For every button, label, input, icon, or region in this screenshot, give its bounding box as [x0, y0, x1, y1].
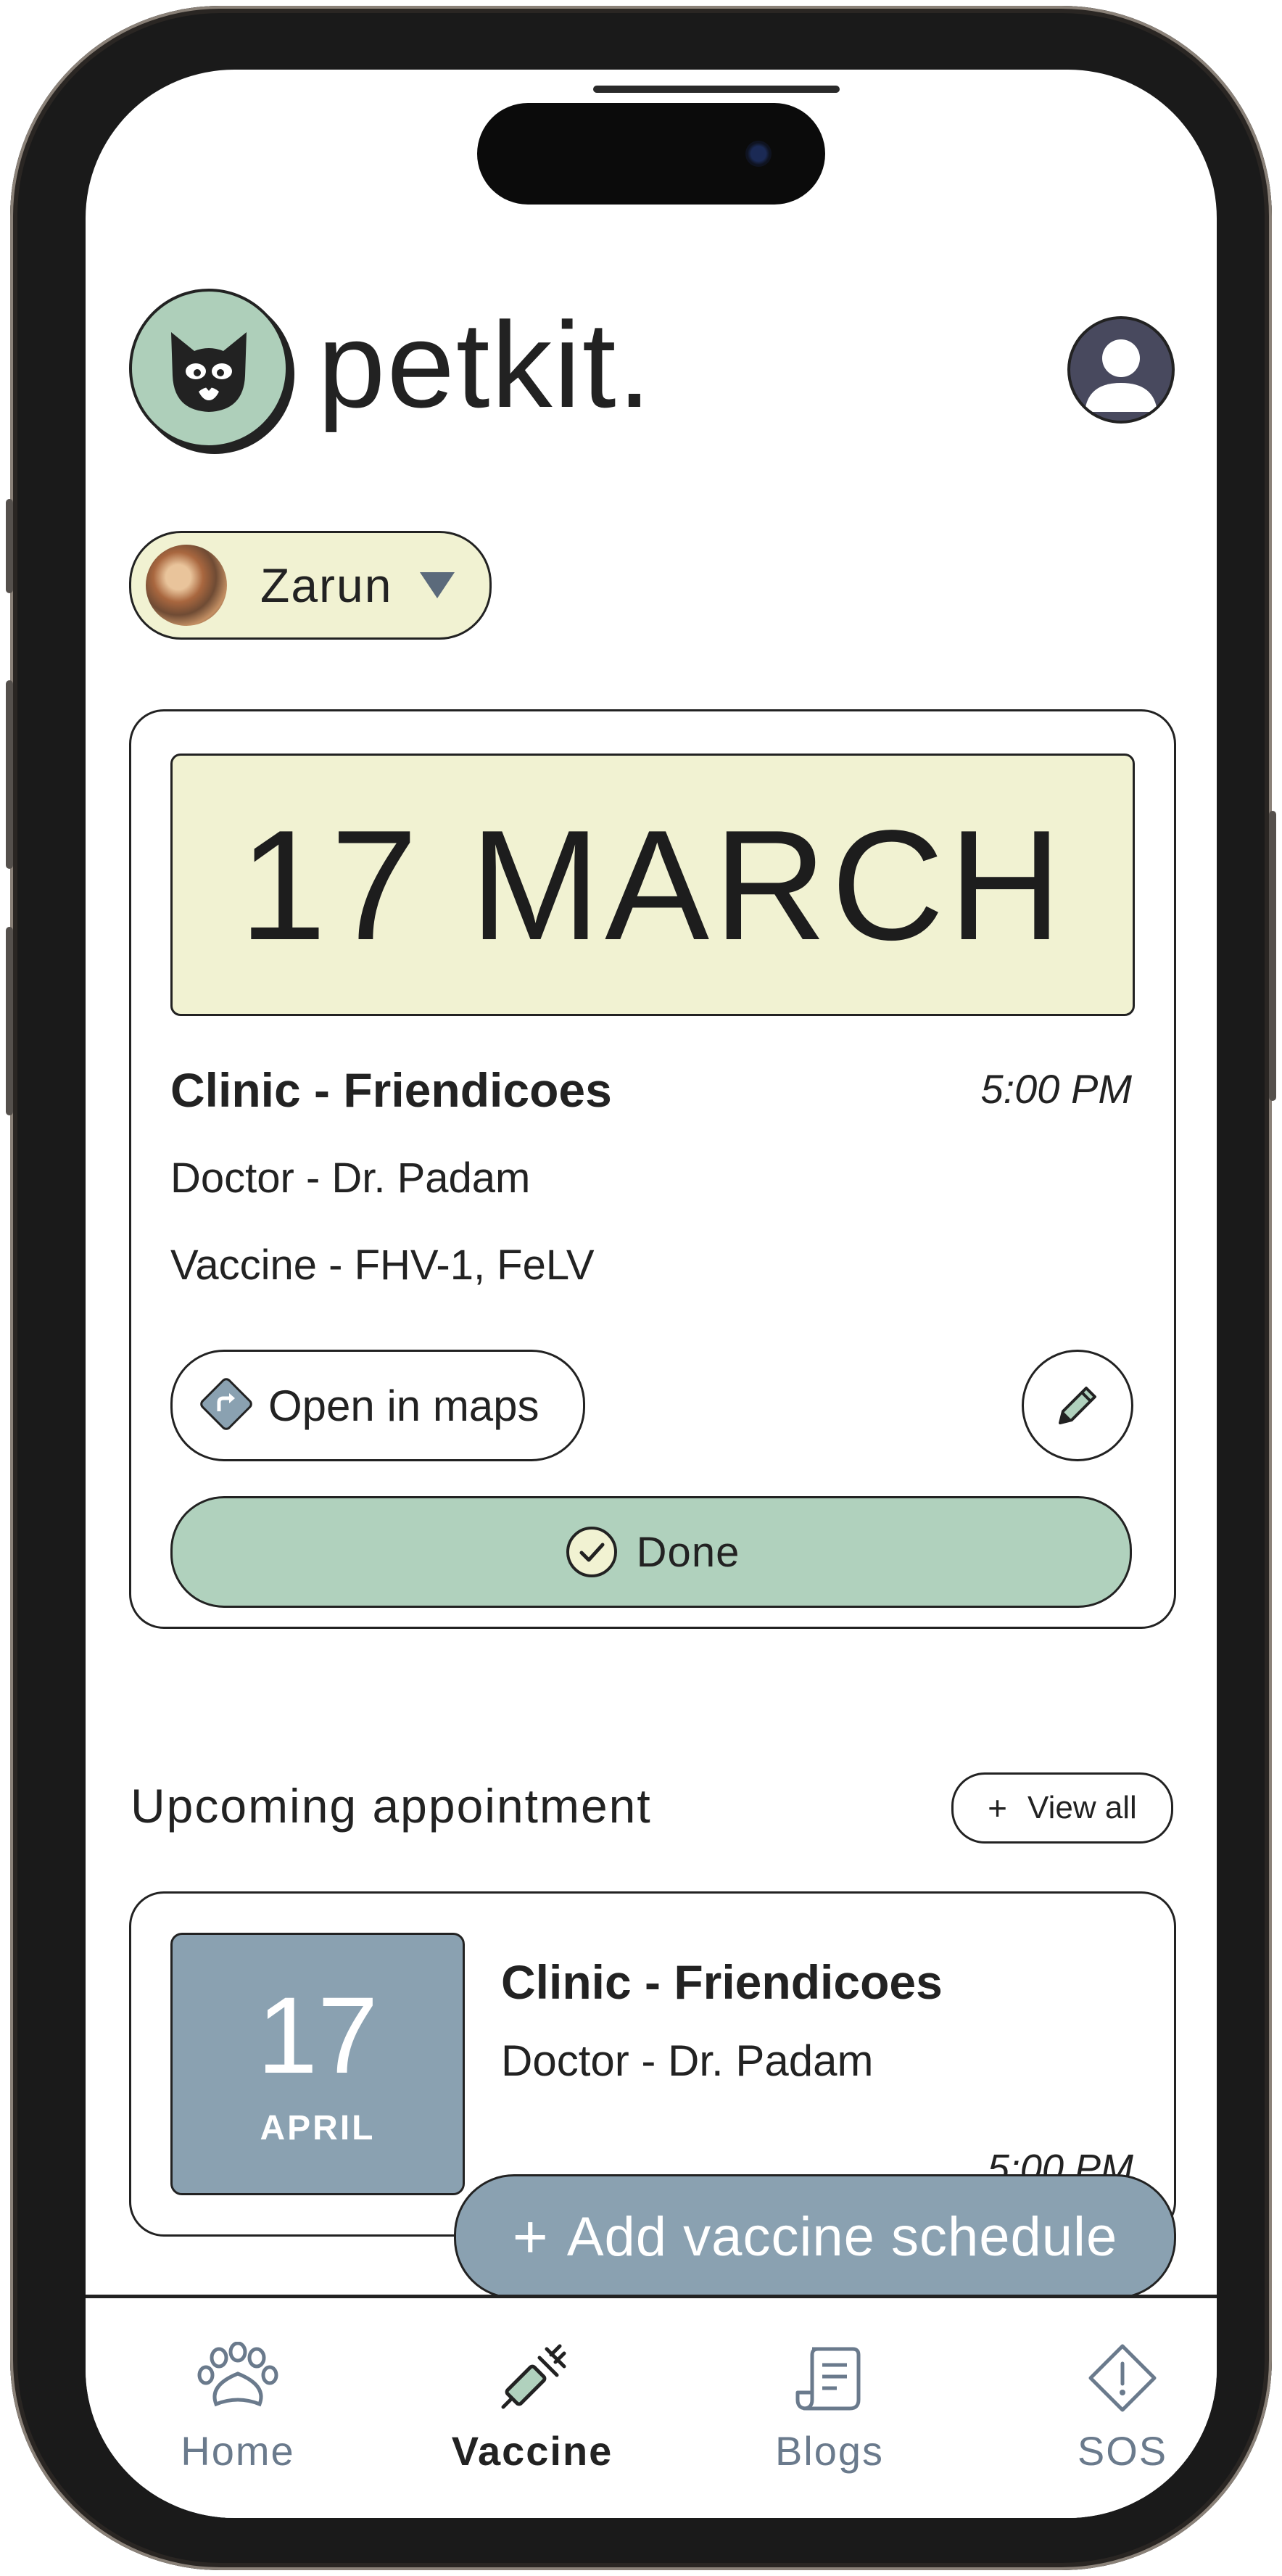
side-button-volume-up — [6, 680, 13, 869]
nav-blogs-label: Blogs — [774, 2428, 885, 2474]
earpiece-speaker — [593, 86, 840, 93]
caret-down-icon — [420, 572, 455, 598]
front-camera — [745, 141, 772, 167]
open-in-maps-button[interactable]: Open in maps — [170, 1350, 585, 1461]
doctor-name: Doctor - Dr. Padam — [170, 1155, 531, 1202]
nav-vaccine-label: Vaccine — [451, 2428, 613, 2474]
appointment-date-banner: 17 MARCH — [170, 754, 1135, 1016]
upcoming-day: 17 — [257, 1973, 379, 2096]
paw-icon — [197, 2342, 278, 2407]
check-circle-icon — [566, 1527, 617, 1577]
upcoming-clinic-name: Clinic - Friendicoes — [501, 1955, 943, 2009]
side-button-mute — [6, 499, 13, 593]
brand-header: petkit. — [129, 289, 653, 448]
pet-avatar — [146, 545, 227, 626]
pet-selector[interactable]: Zarun — [129, 531, 492, 640]
nav-sos-label: SOS — [1077, 2428, 1168, 2474]
side-button-volume-down — [6, 927, 13, 1115]
upcoming-section-title: Upcoming appointment — [131, 1779, 652, 1833]
nav-blogs[interactable]: Blogs — [735, 2342, 924, 2474]
edit-appointment-button[interactable] — [1022, 1350, 1133, 1461]
open-in-maps-label: Open in maps — [268, 1381, 539, 1430]
plus-icon: + — [512, 2203, 548, 2271]
screen: petkit. Zarun 17 MARCH Clinic - Friendic… — [86, 70, 1217, 2518]
nav-vaccine[interactable]: Vaccine — [438, 2342, 626, 2474]
appointment-date: 17 MARCH — [239, 796, 1067, 973]
add-vaccine-schedule-button[interactable]: + Add vaccine schedule — [454, 2174, 1176, 2299]
upcoming-month: APRIL — [260, 2108, 376, 2147]
pet-name: Zarun — [260, 558, 393, 612]
directions-icon — [197, 1375, 255, 1437]
side-button-power — [1269, 811, 1276, 1101]
appointment-time: 5:00 PM — [980, 1066, 1132, 1112]
upcoming-doctor-name: Doctor - Dr. Padam — [501, 2036, 874, 2085]
view-all-button[interactable]: + View all — [951, 1772, 1173, 1844]
alert-diamond-icon — [1088, 2344, 1157, 2412]
nav-home-label: Home — [181, 2428, 295, 2474]
nav-home[interactable]: Home — [144, 2342, 332, 2474]
done-button[interactable]: Done — [170, 1496, 1132, 1608]
syringe-icon — [501, 2344, 566, 2409]
vaccine-list: Vaccine - FHV-1, FeLV — [170, 1242, 595, 1289]
current-appointment-card: 17 MARCH Clinic - Friendicoes 5:00 PM Do… — [129, 709, 1176, 1629]
add-vaccine-schedule-label: Add vaccine schedule — [566, 2205, 1118, 2268]
nav-sos[interactable]: SOS — [1028, 2342, 1217, 2474]
profile-avatar-button[interactable] — [1067, 316, 1175, 424]
dynamic-island — [477, 103, 825, 205]
cat-logo-icon — [129, 289, 289, 448]
view-all-label: View all — [1027, 1790, 1137, 1825]
brand-name: petkit. — [318, 296, 653, 433]
plus-icon: + — [988, 1789, 1008, 1827]
clinic-name: Clinic - Friendicoes — [170, 1063, 612, 1117]
done-label: Done — [636, 1528, 740, 1576]
user-icon — [1085, 339, 1157, 412]
scroll-icon — [795, 2347, 861, 2411]
pencil-icon — [1059, 1387, 1096, 1424]
bottom-navigation: Home Vaccine Blogs SOS — [86, 2295, 1217, 2518]
phone-frame: petkit. Zarun 17 MARCH Clinic - Friendic… — [6, 6, 1276, 2570]
upcoming-date-tile: 17 APRIL — [170, 1933, 465, 2195]
